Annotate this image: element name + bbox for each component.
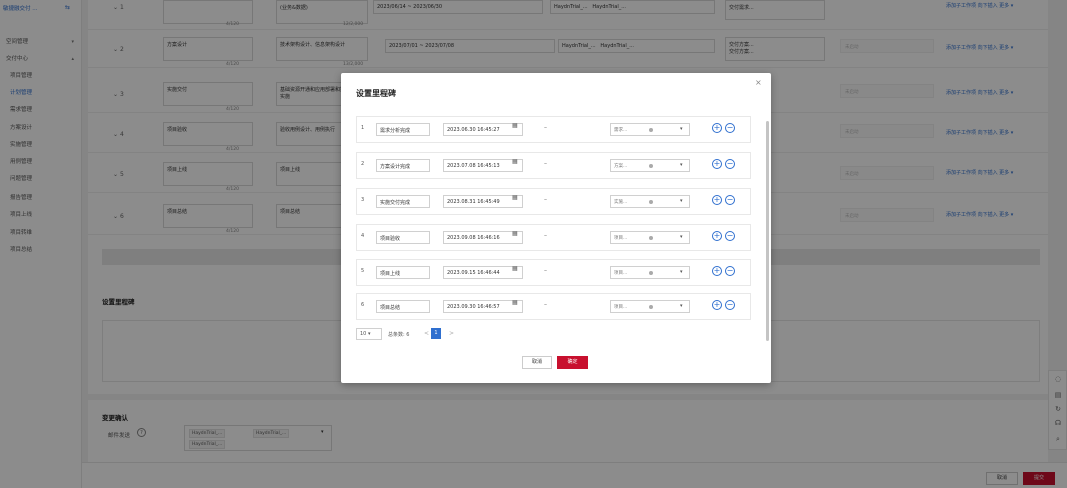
milestone-row: 4 项目验收 2023.09.08 16:46:16 ▦ – 项目... ▾ + …: [356, 224, 751, 251]
next-page-icon[interactable]: >: [449, 330, 454, 337]
add-icon[interactable]: +: [712, 195, 722, 205]
owner-select[interactable]: 方案... ▾: [610, 159, 690, 172]
add-icon[interactable]: +: [712, 231, 722, 241]
milestone-row: 1 需求分析完成 2023.06.30 16:45:27 ▦ – 需求... ▾ …: [356, 116, 751, 143]
owner-select[interactable]: 项目... ▾: [610, 266, 690, 279]
add-icon[interactable]: +: [712, 266, 722, 276]
owner-select[interactable]: 实施... ▾: [610, 195, 690, 208]
chevron-down-icon: ▾: [680, 269, 683, 275]
milestone-dialog: 设置里程碑 × 1 需求分析完成 2023.06.30 16:45:27 ▦ –…: [341, 73, 771, 383]
milestone-name-input[interactable]: 项目验收: [376, 231, 430, 244]
milestone-row: 2 方案设计完成 2023.07.08 16:45:13 ▦ – 方案... ▾ …: [356, 152, 751, 179]
calendar-icon[interactable]: ▦: [512, 299, 518, 306]
remove-icon[interactable]: −: [725, 159, 735, 169]
calendar-icon[interactable]: ▦: [512, 265, 518, 272]
chevron-down-icon: ▾: [680, 234, 683, 240]
dialog-cancel-button[interactable]: 取消: [522, 356, 552, 369]
chevron-down-icon: ▾: [680, 162, 683, 168]
page-size-select[interactable]: 10 ▾: [356, 328, 382, 340]
milestone-row: 5 项目上线 2023.09.15 16:46:44 ▦ – 项目... ▾ + …: [356, 259, 751, 286]
chevron-down-icon: ▾: [680, 303, 683, 309]
remove-icon[interactable]: −: [725, 266, 735, 276]
milestone-name-input[interactable]: 项目上线: [376, 266, 430, 279]
milestone-date-input[interactable]: 2023.09.30 16:46:57: [443, 300, 523, 313]
calendar-icon[interactable]: ▦: [512, 122, 518, 129]
milestone-date-input[interactable]: 2023.06.30 16:45:27: [443, 123, 523, 136]
calendar-icon[interactable]: ▦: [512, 158, 518, 165]
milestone-name-input[interactable]: 项目总结: [376, 300, 430, 313]
chevron-down-icon: ▾: [680, 126, 683, 132]
add-icon[interactable]: +: [712, 159, 722, 169]
milestone-row: 6 项目总结 2023.09.30 16:46:57 ▦ – 项目... ▾ + …: [356, 293, 751, 320]
owner-select[interactable]: 项目... ▾: [610, 300, 690, 313]
scrollbar[interactable]: [766, 121, 769, 341]
milestone-row: 3 实施交付完成 2023.08.31 16:45:49 ▦ – 实施... ▾ …: [356, 188, 751, 215]
milestone-date-input[interactable]: 2023.07.08 16:45:13: [443, 159, 523, 172]
dialog-title: 设置里程碑: [356, 89, 396, 98]
milestone-name-input[interactable]: 需求分析完成: [376, 123, 430, 136]
calendar-icon[interactable]: ▦: [512, 194, 518, 201]
total-count: 总条数: 6: [388, 332, 410, 338]
chevron-down-icon: ▾: [680, 198, 683, 204]
milestone-date-input[interactable]: 2023.09.08 16:46:16: [443, 231, 523, 244]
remove-icon[interactable]: −: [725, 231, 735, 241]
remove-icon[interactable]: −: [725, 195, 735, 205]
remove-icon[interactable]: −: [725, 123, 735, 133]
calendar-icon[interactable]: ▦: [512, 230, 518, 237]
page-number[interactable]: 1: [431, 328, 441, 339]
dialog-confirm-button[interactable]: 确定: [557, 356, 588, 369]
close-icon[interactable]: ×: [755, 78, 762, 87]
owner-select[interactable]: 项目... ▾: [610, 231, 690, 244]
remove-icon[interactable]: −: [725, 300, 735, 310]
milestone-name-input[interactable]: 实施交付完成: [376, 195, 430, 208]
milestone-name-input[interactable]: 方案设计完成: [376, 159, 430, 172]
prev-page-icon[interactable]: <: [424, 330, 429, 337]
milestone-date-input[interactable]: 2023.09.15 16:46:44: [443, 266, 523, 279]
add-icon[interactable]: +: [712, 300, 722, 310]
owner-select[interactable]: 需求... ▾: [610, 123, 690, 136]
add-icon[interactable]: +: [712, 123, 722, 133]
milestone-date-input[interactable]: 2023.08.31 16:45:49: [443, 195, 523, 208]
